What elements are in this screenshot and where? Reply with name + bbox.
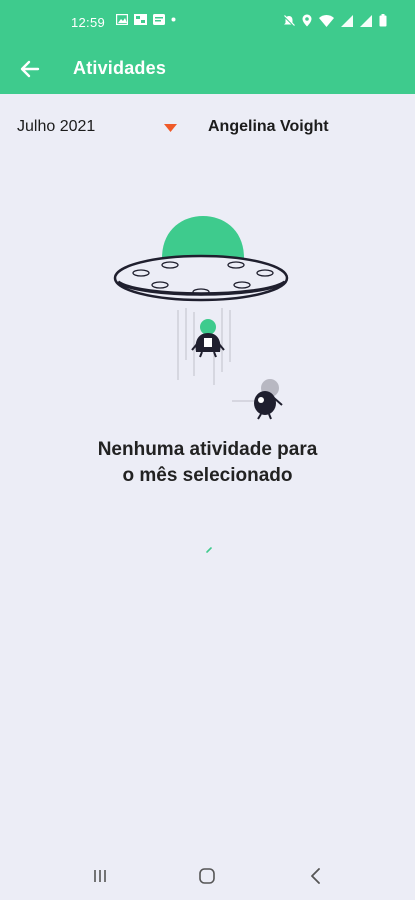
dot-icon	[171, 17, 176, 22]
creature-floating	[191, 319, 225, 358]
chevron-down-icon	[164, 124, 177, 132]
page-title: Atividades	[73, 58, 167, 78]
battery-icon	[379, 14, 387, 27]
status-bar: 12:59	[0, 0, 415, 44]
empty-state-line-2: o mês selecionado	[122, 465, 293, 486]
month-label: Julho 2021	[17, 118, 96, 135]
status-left-icons	[116, 14, 176, 25]
home-button[interactable]	[193, 864, 221, 888]
back-icon	[311, 868, 320, 884]
loading-spinner	[206, 547, 212, 553]
empty-state-line-1: Nenhuma atividade para	[97, 439, 318, 460]
signal-icon	[341, 14, 353, 27]
signal-icon-2	[360, 14, 372, 27]
notification-icon	[153, 14, 165, 25]
recents-icon	[94, 870, 106, 882]
home-icon	[199, 868, 215, 884]
empty-state-message: Nenhuma atividade para o mês selecionado	[0, 437, 415, 489]
app-bar: Atividades	[0, 44, 415, 94]
status-right-icons	[283, 14, 387, 27]
ufo-dome	[162, 216, 244, 258]
wifi-icon	[319, 14, 334, 27]
creature-ground	[232, 379, 283, 420]
mute-icon	[283, 14, 295, 27]
status-time: 12:59	[71, 15, 106, 30]
user-selector[interactable]: Angelina Voight	[208, 118, 329, 136]
system-back-button[interactable]	[302, 864, 330, 888]
gallery-icon	[116, 14, 128, 25]
empty-state-illustration	[113, 216, 289, 420]
filter-row: Julho 2021 Angelina Voight	[0, 94, 415, 160]
system-nav-bar	[0, 852, 415, 900]
month-dropdown[interactable]: Julho 2021	[17, 118, 182, 140]
recents-button[interactable]	[86, 864, 114, 888]
back-button[interactable]	[16, 55, 44, 83]
location-icon	[302, 14, 312, 27]
arrow-left-icon	[20, 60, 40, 78]
image-icon	[134, 14, 147, 25]
